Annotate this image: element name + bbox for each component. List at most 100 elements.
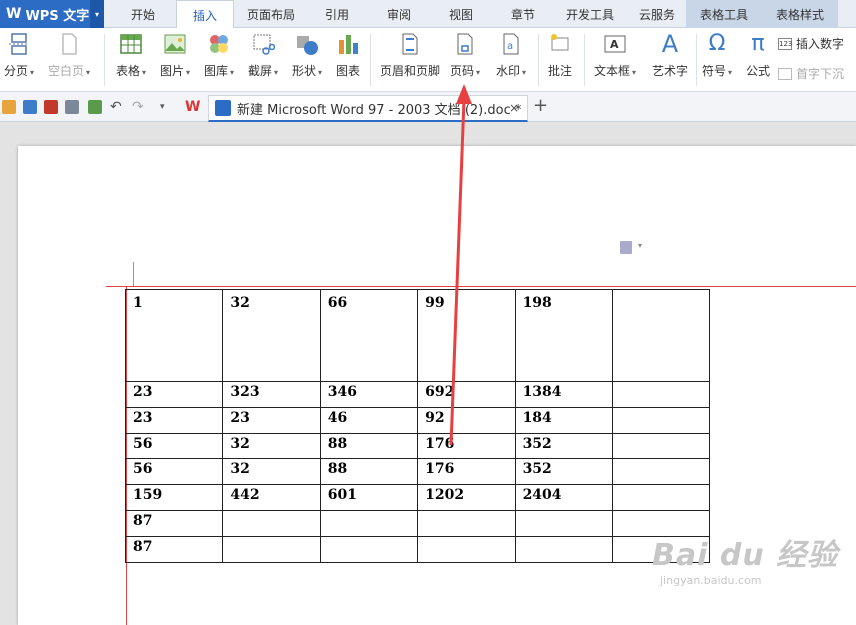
picture-button[interactable]: 图片 ▾ (160, 32, 190, 79)
table-cell[interactable]: 87 (124, 535, 224, 563)
table-cell[interactable] (417, 509, 516, 537)
table-cell[interactable]: 1384 (514, 381, 613, 408)
table-button[interactable]: 表格 ▾ (116, 32, 146, 79)
insert-number-button[interactable]: 123 插入数字 (778, 35, 844, 52)
watermark-icon: a (499, 32, 523, 56)
symbol-button[interactable]: Ω 符号 ▾ (702, 32, 732, 79)
table-cell[interactable] (611, 484, 711, 511)
table-cell[interactable] (514, 535, 613, 563)
comment-label: 批注 (548, 64, 573, 78)
table-cell[interactable] (222, 509, 321, 537)
table-cell[interactable] (514, 509, 613, 537)
table-cell[interactable]: 32 (222, 458, 321, 486)
table-cell[interactable] (417, 535, 516, 563)
shape-button[interactable]: 形状 ▾ (292, 32, 322, 79)
watermark-button[interactable]: a 水印 ▾ (496, 32, 526, 79)
table-cell[interactable]: 176 (417, 458, 516, 486)
customize-quick-access-icon[interactable]: ▾ (160, 100, 174, 114)
app-menu-dropdown-icon[interactable]: ▾ (90, 0, 104, 28)
blank-page-label: 空白页 (48, 64, 85, 78)
textbox-button[interactable]: A 文本框 ▾ (594, 32, 636, 79)
table-cell[interactable]: 346 (319, 381, 419, 408)
table-cell[interactable] (611, 432, 711, 460)
table-cell[interactable]: 99 (417, 289, 516, 382)
paste-options-icon[interactable] (620, 241, 632, 254)
tab-chapter[interactable]: 章节 (494, 0, 552, 28)
table-cell[interactable]: 2404 (514, 484, 613, 511)
svg-text:A: A (610, 38, 619, 51)
table-cell[interactable] (611, 381, 711, 408)
blank-page-button[interactable]: 空白页 ▾ (48, 32, 90, 79)
chart-button[interactable]: 图表 (336, 32, 360, 79)
table-cell[interactable]: 88 (319, 432, 419, 460)
table-cell[interactable]: 198 (514, 289, 613, 382)
table-cell[interactable]: 32 (222, 432, 321, 460)
open-folder-icon[interactable] (2, 100, 16, 114)
table-cell[interactable]: 66 (319, 289, 419, 382)
table-cell[interactable] (611, 406, 711, 434)
tab-table-tools[interactable]: 表格工具 (686, 0, 762, 28)
print-preview-icon[interactable] (88, 100, 102, 114)
tab-page-layout[interactable]: 页面布局 (238, 0, 304, 28)
table-cell[interactable]: 323 (222, 381, 321, 408)
undo-icon[interactable]: ↶ (110, 100, 124, 114)
ribbon-separator (538, 34, 539, 86)
wordart-button[interactable]: A 艺术字 (652, 32, 688, 79)
table-cell[interactable]: 32 (222, 289, 321, 382)
table-cell[interactable]: 23 (124, 381, 224, 408)
table-cell[interactable]: 87 (124, 509, 224, 537)
table-cell[interactable]: 159 (124, 484, 224, 511)
table-cell[interactable]: 692 (417, 381, 516, 408)
drop-cap-button[interactable]: 首字下沉 (778, 65, 844, 82)
table-cell[interactable]: 56 (124, 458, 224, 486)
tab-view[interactable]: 视图 (432, 0, 490, 28)
new-tab-button[interactable]: + (533, 97, 548, 115)
table-cell[interactable]: 23 (124, 406, 224, 434)
comment-button[interactable]: 批注 (548, 32, 572, 79)
table-cell[interactable] (611, 289, 711, 382)
table-cell[interactable]: 601 (319, 484, 419, 511)
wps-app-button[interactable]: W WPS 文字 ▾ (0, 0, 104, 28)
close-tab-icon[interactable]: × (509, 101, 519, 115)
export-pdf-icon[interactable] (44, 100, 58, 114)
table-cell[interactable] (319, 535, 419, 563)
table-cell[interactable] (611, 458, 711, 486)
table-cell[interactable]: 176 (417, 432, 516, 460)
tab-table-style[interactable]: 表格样式 (762, 0, 838, 28)
tab-cloud[interactable]: 云服务 (628, 0, 686, 28)
data-table[interactable]: 1 32 66 99 198 23 323 346 692 1384 23 23 46 92 184 56 32… (124, 289, 711, 563)
chevron-down-icon[interactable]: ▾ (638, 241, 642, 250)
table-cell[interactable]: 1202 (417, 484, 516, 511)
insert-number-label: 插入数字 (796, 37, 845, 51)
gallery-button[interactable]: 图库 ▾ (204, 32, 234, 79)
table-cell[interactable]: 46 (319, 406, 419, 434)
redo-icon[interactable]: ↷ (132, 100, 146, 114)
formula-button[interactable]: π 公式 (746, 32, 770, 79)
formula-label: 公式 (746, 64, 771, 78)
table-cell[interactable]: 88 (319, 458, 419, 486)
table-cell[interactable]: 1 (124, 289, 224, 382)
table-cell[interactable]: 352 (514, 458, 613, 486)
tab-insert[interactable]: 插入 (176, 0, 234, 29)
screenshot-button[interactable]: 截屏 ▾ (248, 32, 278, 79)
table-cell[interactable]: 23 (222, 406, 321, 434)
print-icon[interactable] (65, 100, 79, 114)
page-break-button[interactable]: 分页 ▾ (4, 32, 34, 79)
table-cell[interactable]: 442 (222, 484, 321, 511)
page-number-button[interactable]: 页码 ▾ (450, 32, 480, 79)
omega-icon: Ω (708, 31, 726, 56)
table-cell[interactable]: 56 (124, 432, 224, 460)
tab-developer[interactable]: 开发工具 (556, 0, 624, 28)
table-cell[interactable] (222, 535, 321, 563)
tab-references[interactable]: 引用 (308, 0, 366, 28)
tab-home[interactable]: 开始 (114, 0, 172, 28)
table-cell[interactable]: 184 (514, 406, 613, 434)
tab-review[interactable]: 审阅 (370, 0, 428, 28)
table-cell[interactable]: 92 (417, 406, 516, 434)
header-footer-button[interactable]: 页眉和页脚 (380, 32, 440, 79)
document-tab[interactable]: 新建 Microsoft Word 97 - 2003 文档 (2).doc *… (208, 95, 528, 122)
table-cell[interactable]: 352 (514, 432, 613, 460)
save-icon[interactable] (23, 100, 37, 114)
chevron-down-icon: ▾ (86, 68, 91, 77)
table-cell[interactable] (319, 509, 419, 537)
